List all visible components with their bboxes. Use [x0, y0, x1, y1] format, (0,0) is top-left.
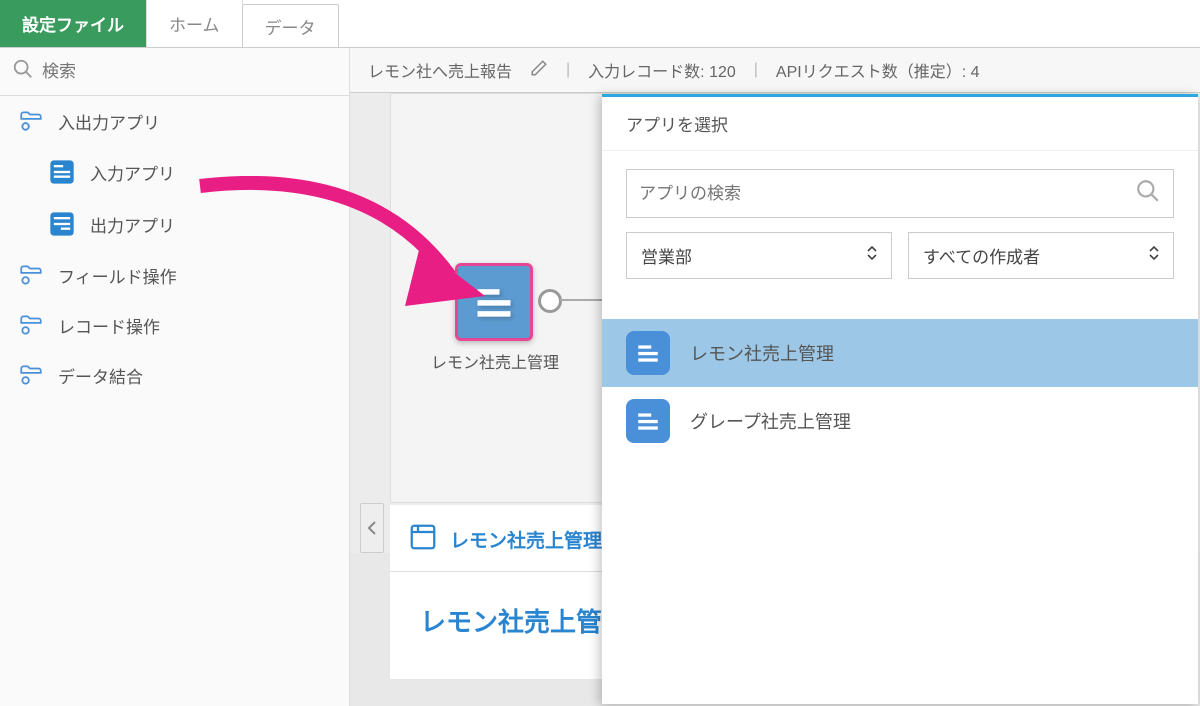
sidebar-item-label: レコード操作 [58, 313, 160, 338]
tab-data[interactable]: データ [242, 4, 339, 47]
popup-search[interactable] [626, 169, 1174, 218]
separator: | [754, 61, 758, 79]
select-value: 営業部 [641, 243, 692, 268]
popup-search-input[interactable] [639, 184, 1135, 204]
folder-gear-icon [18, 312, 44, 338]
tab-settings-file[interactable]: 設定ファイル [0, 0, 147, 47]
folder-gear-icon [18, 262, 44, 288]
sidebar-item-input-app[interactable]: 入力アプリ [0, 146, 349, 198]
folder-gear-icon [18, 108, 44, 134]
collapse-panel-button[interactable] [360, 503, 384, 553]
select-value: すべての作成者 [923, 243, 1040, 268]
app-list-item[interactable]: レモン社売上管理 [602, 319, 1198, 387]
sidebar-item-output-app[interactable]: 出力アプリ [0, 198, 349, 250]
updown-icon [1149, 245, 1159, 266]
app-icon [626, 399, 670, 443]
sidebar-item-data-join[interactable]: データ結合 [0, 350, 349, 400]
app-icon [408, 522, 438, 557]
sidebar-item-label: データ結合 [58, 363, 143, 388]
tab-home[interactable]: ホーム [147, 0, 243, 47]
sidebar-item-label: 出力アプリ [90, 212, 175, 237]
input-record-count: 入力レコード数: 120 [588, 58, 736, 82]
app-name: グレープ社売上管理 [690, 408, 851, 434]
edit-icon[interactable] [530, 59, 548, 82]
top-tabs: 設定ファイル ホーム データ [0, 0, 1200, 48]
sidebar-item-label: フィールド操作 [58, 263, 177, 288]
sidebar-search-input[interactable] [34, 62, 337, 82]
api-request-count: APIリクエスト数（推定）: 4 [776, 58, 980, 82]
detail-panel-title: レモン社売上管理 [450, 526, 602, 553]
sidebar-item-io-app[interactable]: 入出力アプリ [0, 96, 349, 146]
search-icon [12, 58, 34, 85]
sidebar: 入出力アプリ 入力アプリ 出力アプリ フィールド操作 レコード操作 [0, 48, 350, 706]
flow-title: レモン社へ売上報告 [368, 58, 512, 82]
flow-node-input-app[interactable] [455, 263, 533, 341]
app-list-item[interactable]: グレープ社売上管理 [602, 387, 1198, 455]
sidebar-item-label: 入力アプリ [90, 160, 175, 185]
input-app-icon [48, 158, 76, 186]
node-label: レモン社売上管理 [420, 349, 570, 373]
sidebar-search[interactable] [0, 48, 349, 96]
detail-panel-heading: レモン社売上管理 [420, 607, 628, 637]
separator: | [566, 61, 570, 79]
app-icon [626, 331, 670, 375]
popup-title: アプリを選択 [602, 97, 1198, 151]
output-app-icon [48, 210, 76, 238]
sidebar-item-field-ops[interactable]: フィールド操作 [0, 250, 349, 300]
sidebar-item-label: 入出力アプリ [58, 109, 160, 134]
updown-icon [867, 245, 877, 266]
app-name: レモン社売上管理 [690, 340, 834, 366]
select-department[interactable]: 営業部 [626, 232, 892, 279]
folder-gear-icon [18, 362, 44, 388]
search-icon[interactable] [1135, 178, 1161, 209]
sidebar-item-record-ops[interactable]: レコード操作 [0, 300, 349, 350]
node-connector[interactable] [538, 289, 562, 313]
app-select-popup: アプリを選択 営業部 すべての作成者 [602, 94, 1198, 704]
select-creator[interactable]: すべての作成者 [908, 232, 1174, 279]
status-bar: レモン社へ売上報告 | 入力レコード数: 120 | APIリクエスト数（推定）… [350, 48, 1200, 93]
